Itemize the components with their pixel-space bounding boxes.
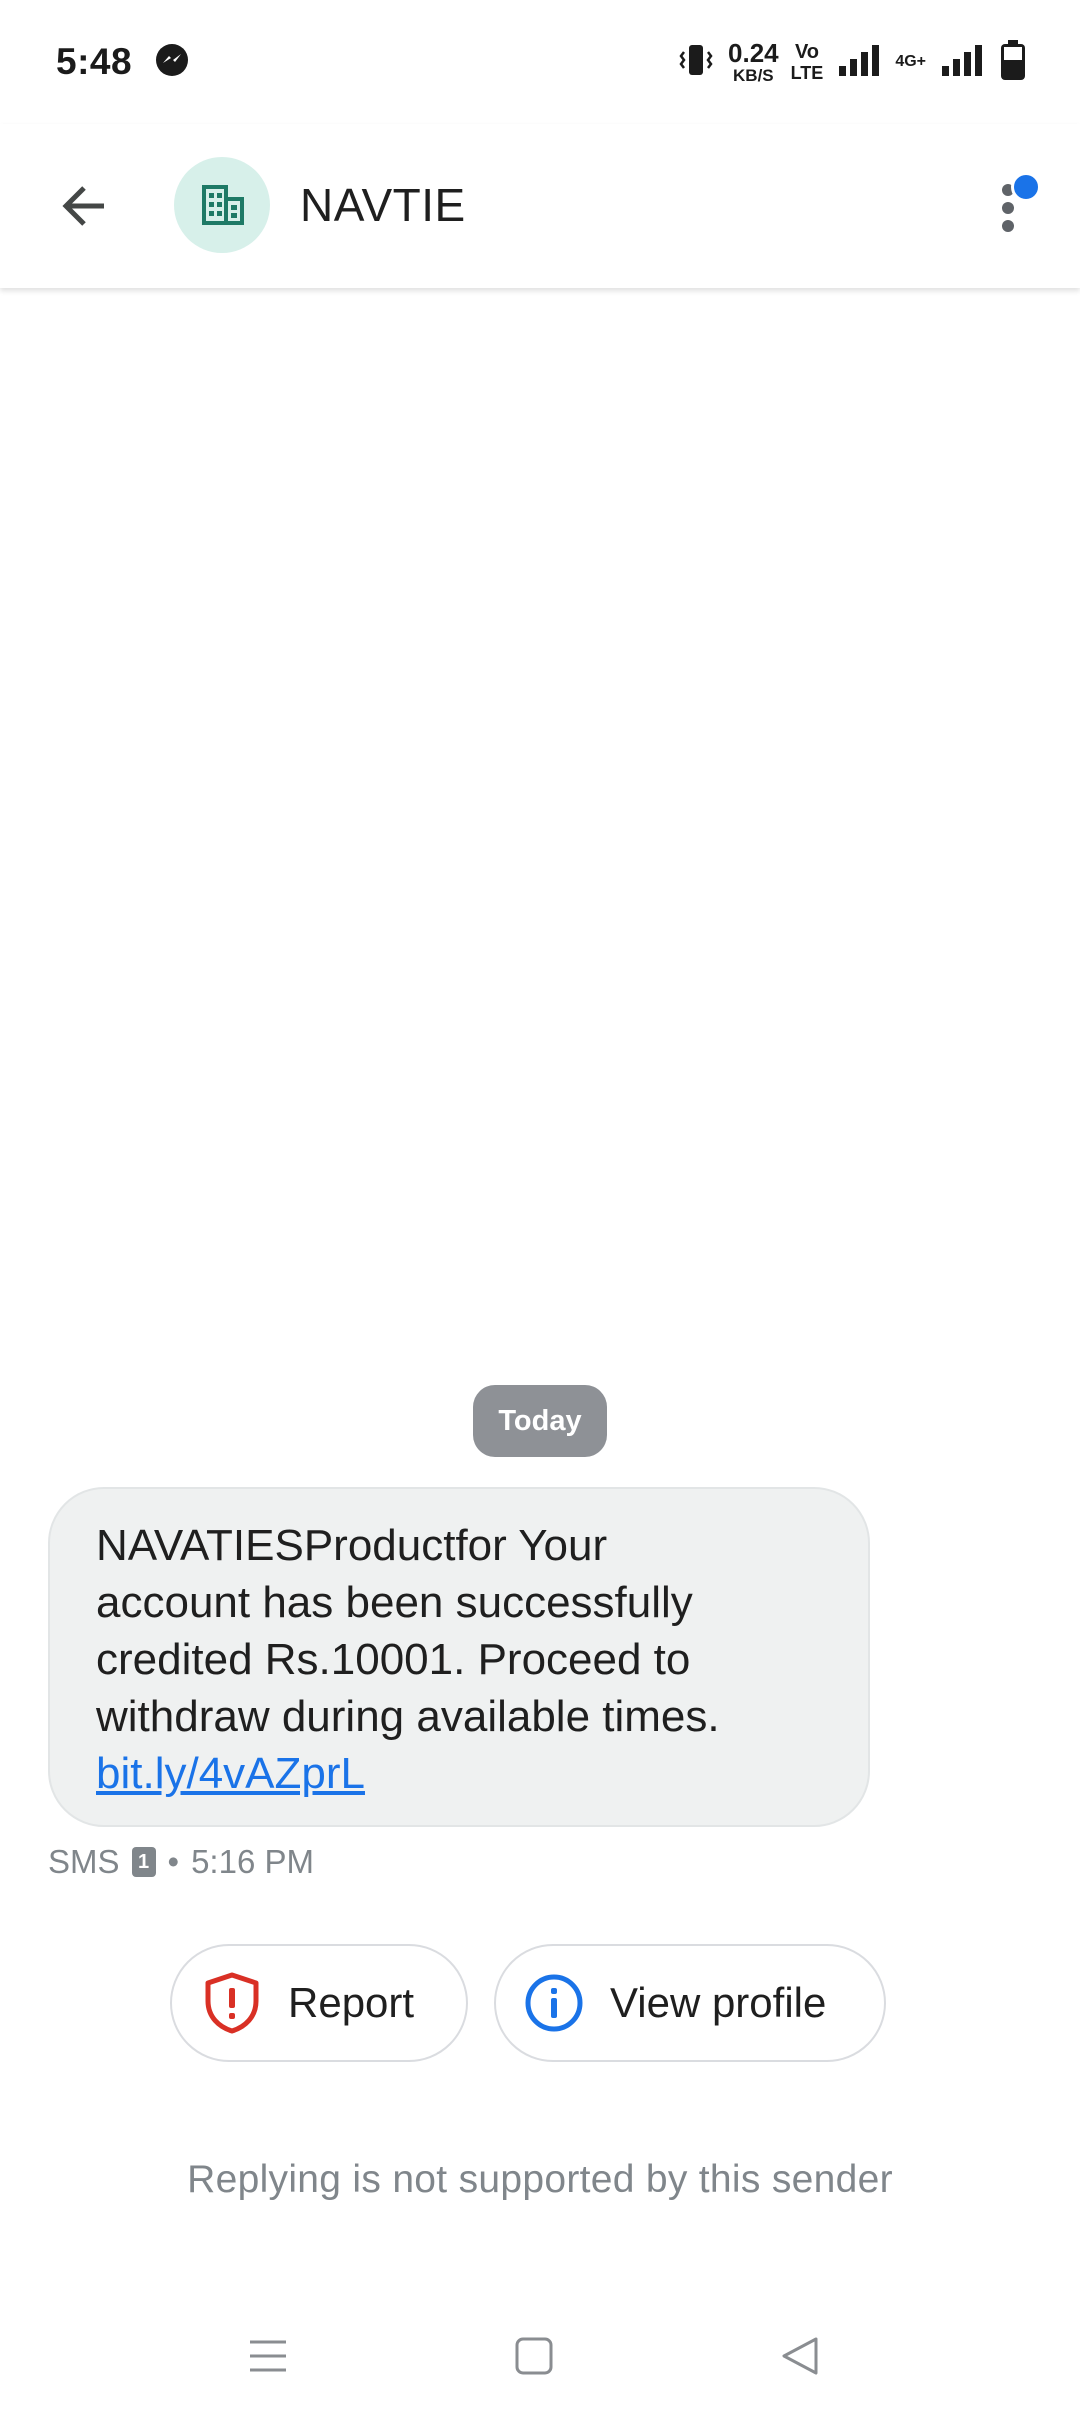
status-right: 0.24 KB/S Vo LTE 4G+ [676, 38, 1028, 87]
messenger-icon [154, 42, 190, 83]
volte-top: Vo [794, 41, 820, 63]
view-profile-label: View profile [610, 1979, 827, 2026]
report-label: Report [288, 1979, 415, 2026]
view-profile-button[interactable]: View profile [494, 1944, 886, 2062]
recents-button[interactable] [228, 2320, 308, 2392]
message-line: account has been successfully [96, 1578, 693, 1627]
reply-not-supported-note: Replying is not supported by this sender [187, 2158, 893, 2201]
home-icon [515, 2337, 553, 2375]
home-button[interactable] [494, 2320, 574, 2392]
system-nav-bar [0, 2300, 1080, 2412]
recents-icon [250, 2340, 286, 2372]
more-options-button[interactable] [976, 162, 1048, 250]
status-left: 5:48 [56, 41, 190, 83]
signal-4g-icon [938, 40, 986, 85]
message-line: credited Rs.10001. Proceed to [96, 1635, 691, 1684]
back-button[interactable] [40, 162, 128, 250]
signal-icon [835, 40, 883, 85]
screen: 5:48 0.24 KB/S Vo LTE 4G+ NAVTIE Today N… [0, 0, 1080, 2412]
battery-icon [998, 38, 1028, 87]
status-time: 5:48 [56, 41, 133, 82]
volte-indicator: Vo LTE [791, 42, 824, 82]
date-chip: Today [473, 1385, 607, 1457]
sim-icon: 1 [131, 1847, 156, 1877]
message-meta: SMS 1 • 5:16 PM [48, 1840, 314, 1884]
status-bar: 5:48 0.24 KB/S Vo LTE 4G+ [0, 0, 1080, 124]
contact-name[interactable]: NAVTIE [300, 178, 466, 232]
message-link[interactable]: bit.ly/4vAZprL [96, 1749, 365, 1798]
report-button[interactable]: Report [170, 1944, 468, 2062]
app-bar: NAVTIE [0, 124, 1080, 288]
message-line: withdraw during available times. [96, 1692, 720, 1741]
avatar[interactable] [174, 157, 270, 253]
nav-back-button[interactable] [760, 2320, 840, 2392]
volte-bottom: LTE [790, 63, 824, 83]
meta-separator: • [167, 1843, 180, 1880]
notification-badge [1011, 172, 1041, 202]
vibrate-icon [676, 40, 716, 85]
shield-alert-icon [200, 1971, 264, 2035]
back-triangle-icon [782, 2337, 818, 2375]
sim-number: 1 [137, 1850, 150, 1873]
arrow-back-icon [62, 186, 104, 226]
net-speed-value: 0.24 [728, 38, 779, 68]
info-icon [522, 1971, 586, 2035]
message-time: 5:16 PM [191, 1843, 314, 1880]
message-line: NAVATIESProductfor Your [96, 1521, 608, 1570]
message-bubble[interactable]: NAVATIESProductfor Your account has been… [48, 1487, 870, 1827]
network-type: 4G+ [895, 53, 926, 70]
net-speed-unit: KB/S [733, 66, 774, 85]
business-icon [202, 185, 244, 225]
message-type: SMS [48, 1843, 120, 1880]
net-speed: 0.24 KB/S [728, 40, 779, 84]
